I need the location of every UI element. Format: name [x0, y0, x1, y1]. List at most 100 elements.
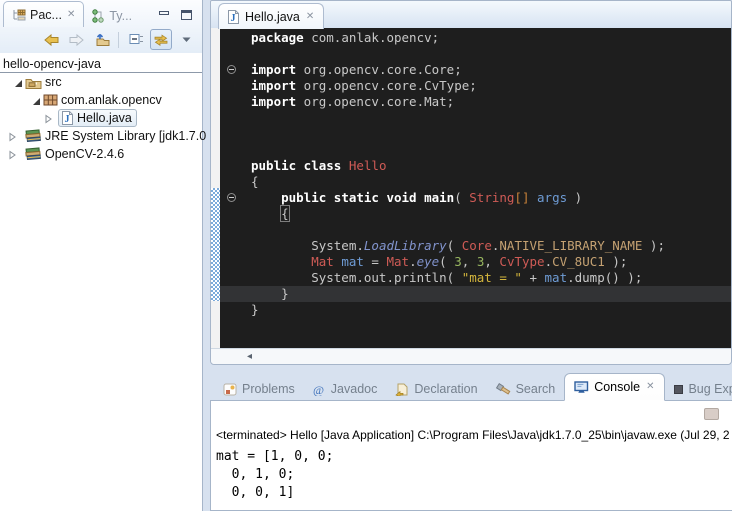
forward-arrow-icon [68, 33, 85, 47]
type-hierarchy-icon [91, 9, 105, 23]
code-token: ( [447, 238, 462, 253]
code-line[interactable]: import org.opencv.core.Core; [220, 62, 731, 78]
tree-item-com-anlak-opencv[interactable]: com.anlak.opencv [0, 91, 202, 109]
code-token: System.out.println( [251, 270, 462, 285]
expand-twisty-icon[interactable] [7, 149, 17, 163]
tree-item-label: src [45, 75, 62, 89]
code-line[interactable]: import org.opencv.core.Mat; [220, 94, 731, 110]
library-icon [25, 147, 42, 161]
code-line[interactable]: Mat mat = Mat.eye( 3, 3, CvType.CV_8UC1 … [220, 254, 731, 270]
expand-twisty-icon[interactable] [43, 113, 53, 127]
console-output[interactable]: mat = [1, 0, 0; 0, 1, 0; 0, 0, 1] [216, 448, 333, 502]
tab-label: Hello.java [245, 10, 300, 24]
search-icon [496, 383, 511, 396]
close-icon[interactable]: ✕ [66, 10, 76, 20]
code-token: ( [439, 254, 454, 269]
code-line[interactable] [220, 126, 731, 142]
collapse-marker-icon[interactable] [227, 193, 236, 202]
bottom-view-tabs: Problems@JavadocDeclarationSearchConsole… [214, 375, 732, 401]
back-button[interactable] [40, 29, 62, 50]
console-output-line: 0, 1, 0; [216, 466, 333, 484]
tree-item-jre-system-library-jdk1-7-0[interactable]: JRE System Library [jdk1.7.0 [0, 127, 202, 145]
tree-item-body: OpenCV-2.4.6 [22, 145, 129, 163]
up-button[interactable] [90, 29, 112, 50]
maximize-button[interactable] [181, 7, 192, 25]
tab-problems[interactable]: Problems [214, 377, 304, 401]
tree-item-body: JHello.java [58, 109, 137, 127]
java-file-icon: J [227, 10, 240, 24]
tree-item-hello-java[interactable]: JHello.java [0, 109, 202, 127]
view-menu-button[interactable] [175, 29, 197, 50]
code-line[interactable]: public class Hello [220, 158, 731, 174]
code-line[interactable] [220, 110, 731, 126]
code-line[interactable]: package com.anlak.opencv; [220, 30, 731, 46]
maximize-icon [181, 10, 192, 20]
code-line[interactable]: System.out.println( "mat = " + mat.dump(… [220, 270, 731, 286]
tab-ty[interactable]: Ty... [84, 4, 139, 27]
close-icon[interactable]: ✕ [645, 382, 655, 392]
tree-item-src[interactable]: src [0, 73, 202, 91]
link-with-editor-button[interactable] [150, 29, 172, 50]
code-line[interactable]: import org.opencv.core.CvType; [220, 78, 731, 94]
code-token: String [469, 190, 514, 205]
code-token: "mat = " [462, 270, 522, 285]
forward-button[interactable] [65, 29, 87, 50]
tab-search[interactable]: Search [487, 377, 565, 401]
tab-bug-explorer[interactable]: Bug Explorer [665, 377, 732, 401]
editor-body[interactable]: package com.anlak.opencv; import org.open… [211, 28, 731, 349]
code-token: [] [514, 190, 529, 205]
code-line[interactable]: { [220, 206, 731, 222]
editor-area: J Hello.java ✕ package com.anlak.opencv; im… [210, 0, 732, 365]
bug-square-icon [674, 385, 683, 394]
tree-item-opencv-2-4-6[interactable]: OpenCV-2.4.6 [0, 145, 202, 163]
up-folder-icon [92, 33, 110, 47]
tab-pac[interactable]: Pac...✕ [3, 1, 84, 27]
tab-javadoc[interactable]: @Javadoc [304, 377, 387, 401]
tab-label: Console [594, 380, 640, 394]
editor-horizontal-scrollbar[interactable]: ◂ [211, 348, 731, 364]
package-explorer-view: Pac...✕Ty... hello-opencv-java src com.an… [0, 0, 203, 511]
code-token: ); [605, 254, 628, 269]
view-menu-chevron-icon [182, 37, 191, 43]
code-token: = [364, 254, 387, 269]
tab-label: Declaration [414, 382, 477, 396]
code-token: . [545, 254, 553, 269]
code-token: package [251, 30, 304, 45]
code-token: } [251, 286, 289, 301]
collapse-marker-icon[interactable] [227, 65, 236, 74]
close-icon[interactable]: ✕ [305, 12, 315, 22]
problems-icon [223, 383, 237, 396]
code-line[interactable]: } [220, 302, 731, 318]
code-token: } [251, 302, 259, 317]
console-output-line: 0, 0, 1] [216, 484, 333, 502]
expand-twisty-icon[interactable] [7, 131, 17, 145]
code-line[interactable]: } [220, 286, 731, 302]
library-icon [25, 129, 42, 143]
code-token: 3 [454, 254, 462, 269]
tree-item-label: OpenCV-2.4.6 [45, 147, 124, 161]
package-explorer-toolbar [40, 29, 197, 50]
code-line[interactable] [220, 142, 731, 158]
code-line[interactable]: System.LoadLibrary( Core.NATIVE_LIBRARY_… [220, 238, 731, 254]
code-line[interactable]: public static void main( String[] args ) [220, 190, 731, 206]
code-text[interactable]: package com.anlak.opencv; import org.open… [220, 30, 731, 318]
minimize-button[interactable] [159, 7, 169, 25]
code-line[interactable] [220, 222, 731, 238]
code-token: Core [462, 238, 492, 253]
tab-hello-java[interactable]: J Hello.java ✕ [218, 3, 324, 29]
code-token: mat [545, 270, 568, 285]
code-token: { [251, 174, 259, 189]
code-line[interactable] [220, 46, 731, 62]
code-token: LoadLibrary [364, 238, 447, 253]
console-toolbar-button[interactable] [704, 408, 719, 420]
svg-text:J: J [65, 114, 70, 125]
collapse-all-button[interactable] [125, 29, 147, 50]
tab-console[interactable]: Console ✕ [564, 373, 665, 401]
scroll-left-arrow-icon[interactable]: ◂ [247, 350, 252, 363]
code-line[interactable]: { [220, 174, 731, 190]
javadoc-icon: @ [313, 383, 326, 396]
range-indicator [211, 188, 220, 301]
tab-declaration[interactable]: Declaration [386, 377, 486, 401]
tree-item-body: src [22, 73, 67, 91]
tree-root-project[interactable]: hello-opencv-java [0, 57, 202, 73]
